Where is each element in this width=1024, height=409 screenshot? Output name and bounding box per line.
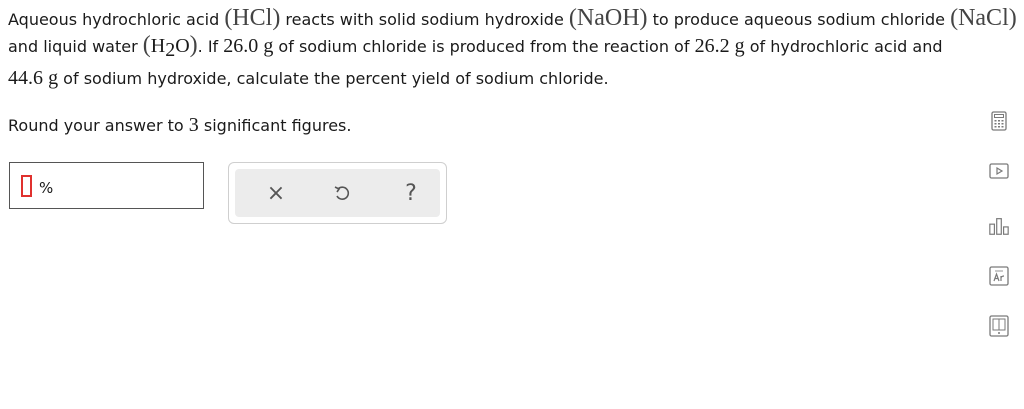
chart-icon [989,218,1009,235]
question-text: of hydrochloric acid and [744,37,943,56]
reference-book-icon [989,315,1009,337]
mass-naoh: 44.6 [8,67,43,89]
question-line-1: Aqueous hydrochloric acid (HCl) reacts w… [8,5,1017,32]
undo-icon [334,186,350,200]
question-text: Aqueous hydrochloric acid [8,10,225,29]
answer-input-cursor[interactable] [21,175,32,197]
help-button[interactable]: ? [396,178,426,208]
question-text: and liquid water [8,37,143,56]
reference-button[interactable] [988,315,1010,337]
mass-nacl: 26.0 [223,35,259,57]
question-mark-icon: ? [405,180,417,206]
question-text: . If [197,37,224,56]
clear-button[interactable]: × [261,178,291,208]
answer-input-box[interactable]: % [9,162,204,209]
data-chart-button[interactable] [988,215,1010,237]
calculator-icon [991,111,1007,131]
unit-g: g [48,67,59,89]
percent-unit-label: % [39,179,54,197]
video-button[interactable] [988,160,1010,182]
undo-button[interactable] [327,178,357,208]
video-icon [989,163,1009,179]
periodic-table-button[interactable] [988,265,1010,287]
formula-h2o: (H2O) [142,32,198,62]
mass-hcl: 26.2 [694,35,730,57]
formula-nacl: (NaCl) [950,5,1017,31]
question-line-2: and liquid water (H2O). If 26.0 g of sod… [8,32,943,62]
unit-g: g [734,35,745,57]
action-panel-inner: × ? [235,169,440,217]
question-line-3: 44.6 g of sodium hydroxide, calculate th… [8,67,609,90]
periodic-table-icon [989,266,1009,286]
round-instruction: Round your answer to 3 significant figur… [8,114,352,136]
unit-g: g [263,35,274,57]
sig-fig-count: 3 [188,114,199,136]
formula-hcl: (HCl) [224,5,281,31]
action-panel: × ? [228,162,447,224]
question-text: reacts with solid sodium hydroxide [280,10,569,29]
question-text: to produce aqueous sodium chloride [647,10,951,29]
close-icon: × [266,180,286,206]
formula-naoh: (NaOH) [568,5,648,31]
calculator-button[interactable] [988,110,1010,132]
question-text: of sodium chloride is produced from the … [273,37,695,56]
question-text: of sodium hydroxide, calculate the perce… [58,69,609,88]
